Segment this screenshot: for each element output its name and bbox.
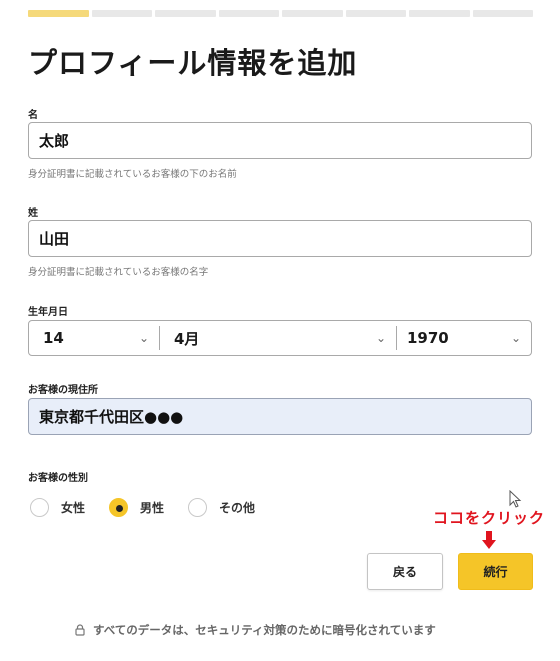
- security-notice: すべてのデータは、セキュリティ対策のために暗号化されています: [75, 622, 436, 638]
- chevron-down-icon: ⌄: [138, 331, 149, 345]
- radio-checked-icon[interactable]: [109, 498, 129, 517]
- progress-step-5: [282, 10, 343, 17]
- dob-month-value: 4月: [174, 329, 200, 348]
- gender-radio-group: 女性 男性 その他: [30, 498, 255, 517]
- first-name-value: 太郎: [39, 132, 70, 150]
- gender-option-other[interactable]: その他: [188, 498, 255, 517]
- chevron-down-icon: ⌄: [375, 331, 386, 345]
- progress-bar: [28, 10, 533, 18]
- first-name-label: 名: [28, 110, 38, 121]
- progress-step-1: [28, 10, 89, 17]
- dob-day-value: 14: [43, 329, 64, 347]
- radio-icon[interactable]: [188, 498, 208, 517]
- back-button[interactable]: 戻る: [367, 553, 443, 590]
- progress-step-4: [218, 10, 279, 17]
- last-name-field[interactable]: 山田: [28, 220, 532, 257]
- dob-label: 生年月日: [28, 307, 68, 318]
- dob-year-select[interactable]: 1970 ⌄: [397, 321, 531, 355]
- last-name-value: 山田: [39, 230, 70, 248]
- gender-option-label: その他: [219, 501, 256, 515]
- page-title: プロフィール情報を追加: [28, 46, 358, 80]
- dob-group: 14 ⌄ 4月 ⌄ 1970 ⌄: [28, 320, 532, 356]
- first-name-field[interactable]: 太郎: [28, 122, 532, 159]
- lock-icon: [75, 624, 85, 636]
- progress-step-2: [91, 10, 152, 17]
- security-notice-text: すべてのデータは、セキュリティ対策のために暗号化されています: [93, 623, 436, 637]
- gender-option-label: 女性: [61, 501, 86, 515]
- click-here-annotation: ココをクリック: [433, 509, 546, 527]
- progress-step-3: [155, 10, 216, 17]
- gender-option-male[interactable]: 男性: [109, 498, 164, 517]
- last-name-label: 姓: [28, 208, 38, 219]
- gender-label: お客様の性別: [28, 473, 88, 484]
- continue-button[interactable]: 続行: [458, 553, 533, 590]
- gender-option-label: 男性: [140, 501, 165, 515]
- progress-step-6: [345, 10, 406, 17]
- arrow-down-icon: [482, 531, 496, 549]
- first-name-hint: 身分証明書に記載されているお客様の下のお名前: [28, 169, 237, 180]
- dob-year-value: 1970: [407, 329, 449, 347]
- gender-option-female[interactable]: 女性: [30, 498, 85, 517]
- dob-day-select[interactable]: 14 ⌄: [29, 321, 159, 355]
- address-label: お客様の現住所: [28, 385, 98, 396]
- chevron-down-icon: ⌄: [510, 331, 521, 345]
- dob-month-select[interactable]: 4月 ⌄: [160, 321, 396, 355]
- progress-step-7: [409, 10, 470, 17]
- address-value: 東京都千代田区●●●: [39, 408, 184, 426]
- progress-step-8: [472, 10, 533, 17]
- last-name-hint: 身分証明書に記載されているお客様の名字: [28, 267, 209, 278]
- address-field[interactable]: 東京都千代田区●●●: [28, 398, 532, 435]
- radio-icon[interactable]: [30, 498, 49, 517]
